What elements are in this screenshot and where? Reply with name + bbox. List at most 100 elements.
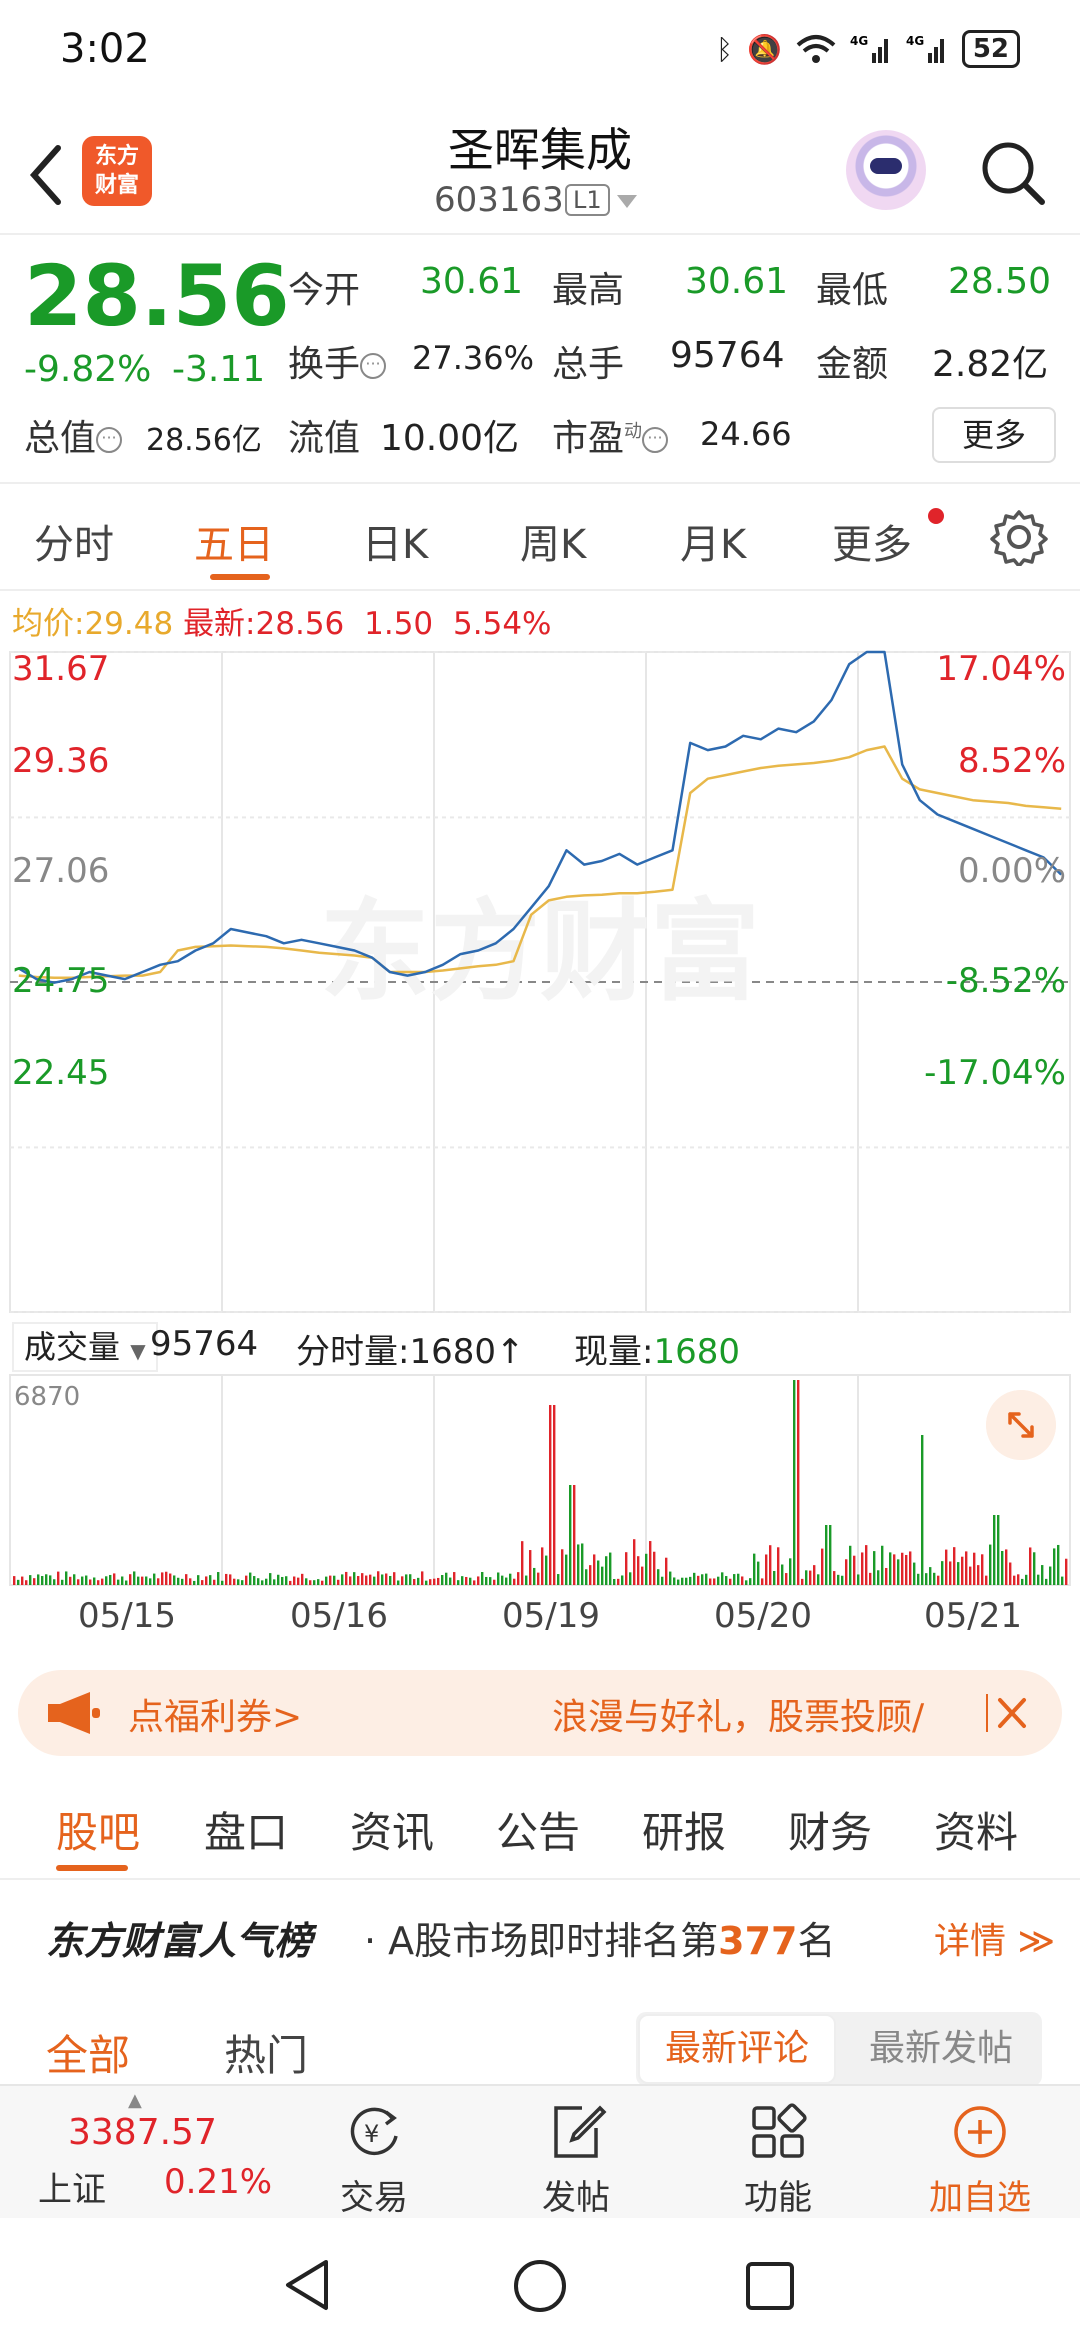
five-day-price-chart[interactable]: 东方财富31.6729.3627.0624.7522.4517.04%8.52%… xyxy=(0,650,1080,1650)
tab-profile[interactable]: 资料 xyxy=(934,1799,1018,1860)
volume-bar xyxy=(757,1561,760,1585)
turnover-label: 换手 ··· xyxy=(288,335,387,387)
promo-banner[interactable]: 点福利券> 浪漫与好礼，股票投顾/ xyxy=(18,1670,1062,1756)
volume-bar xyxy=(865,1545,868,1585)
info-icon[interactable]: ··· xyxy=(360,353,387,379)
volume-bar xyxy=(545,1555,548,1585)
volume-selector[interactable]: 成交量 ▼ xyxy=(12,1322,158,1372)
more-button[interactable]: 更多 xyxy=(932,407,1056,463)
tab-orderbook[interactable]: 盘口 xyxy=(204,1799,288,1860)
tab-announcements[interactable]: 公告 xyxy=(496,1799,580,1860)
nav-functions[interactable]: 功能 xyxy=(718,2100,838,2219)
tab-five-day[interactable]: 五日 xyxy=(194,512,274,570)
nav-recents-icon[interactable] xyxy=(744,2260,796,2312)
volume-bar xyxy=(109,1574,112,1585)
tab-weekly-k[interactable]: 周K xyxy=(520,512,586,570)
volume-bar xyxy=(693,1572,696,1585)
volume-bar xyxy=(285,1576,288,1585)
close-icon[interactable] xyxy=(984,1688,1034,1738)
level-badge[interactable]: L1 xyxy=(565,184,610,216)
volume-bar xyxy=(301,1573,304,1585)
assistant-robot-icon[interactable] xyxy=(846,130,926,210)
volume-bar xyxy=(961,1556,964,1585)
volume-header: 成交量 ▼ 95764 分时量:1680↑ 现量:1680 xyxy=(0,1318,1080,1378)
tab-research[interactable]: 研报 xyxy=(642,1799,726,1860)
volume-bar xyxy=(813,1565,816,1585)
pe-label: 市盈动 ··· xyxy=(552,409,669,461)
tab-intraday[interactable]: 分时 xyxy=(34,512,114,570)
tab-daily-k[interactable]: 日K xyxy=(362,512,428,570)
volume-bar xyxy=(725,1576,728,1585)
nav-post[interactable]: 发帖 xyxy=(516,2100,636,2219)
volume-bar xyxy=(657,1569,660,1585)
pe-value: 24.66 xyxy=(700,415,792,453)
volume-bar xyxy=(1017,1574,1020,1585)
sort-latest-comment[interactable]: 最新评论 xyxy=(638,2014,836,2084)
date-label: 05/21 xyxy=(924,1596,1022,1636)
volume-bar xyxy=(641,1566,644,1585)
pct-axis-label: 8.52% xyxy=(958,741,1066,781)
expand-icon[interactable] xyxy=(986,1390,1056,1460)
volume-bar xyxy=(101,1578,104,1585)
volume-bar xyxy=(409,1574,412,1585)
pct-axis-label: 17.04% xyxy=(936,650,1066,689)
filter-all[interactable]: 全部 xyxy=(46,2022,130,2083)
volume-bar xyxy=(905,1554,908,1585)
volume-bar xyxy=(417,1577,420,1585)
volume-bar xyxy=(941,1561,944,1585)
volume-bar xyxy=(13,1576,16,1585)
popularity-rank[interactable]: 东方财富人气榜 · A股市场即时排名第377名 详情 ≫ xyxy=(0,1900,1080,1970)
volume-bar xyxy=(681,1577,684,1585)
chart-period-tabs: 分时 五日 日K 周K 月K 更多 xyxy=(0,486,1080,591)
chevron-down-icon[interactable] xyxy=(617,195,637,208)
volume-bar xyxy=(37,1574,40,1585)
tab-monthly-k[interactable]: 月K xyxy=(680,512,746,570)
volume-bar xyxy=(781,1564,784,1585)
volume-bar xyxy=(369,1574,372,1585)
tab-news[interactable]: 资讯 xyxy=(350,1799,434,1860)
float-label: 流值 xyxy=(288,418,361,459)
volume-bar xyxy=(185,1574,188,1585)
volume-bar xyxy=(1057,1544,1060,1585)
volume-bar xyxy=(685,1577,688,1585)
info-icon[interactable]: ··· xyxy=(642,427,669,453)
nav-back-icon[interactable] xyxy=(282,2258,332,2312)
volume-bar xyxy=(873,1551,876,1585)
volume-bar xyxy=(357,1576,360,1585)
sort-latest-post[interactable]: 最新发帖 xyxy=(846,2014,1036,2084)
volume-bar xyxy=(161,1572,164,1585)
gear-icon[interactable] xyxy=(990,508,1048,566)
high-value: 30.61 xyxy=(685,261,789,302)
status-bar: 3:02 ᛒ 🔕 4G 4G 52 xyxy=(0,0,1080,100)
volume-bar xyxy=(897,1559,900,1585)
tab-more[interactable]: 更多 xyxy=(832,512,912,570)
volume-bar xyxy=(825,1525,828,1585)
volume-bar xyxy=(97,1580,100,1585)
nav-add-watchlist[interactable]: 加自选 xyxy=(920,2100,1040,2219)
amount-label: 金额 xyxy=(816,344,889,385)
volume-bar xyxy=(741,1576,744,1585)
high-label: 最高 xyxy=(552,270,625,311)
volume-bar xyxy=(1049,1566,1052,1585)
info-icon[interactable]: ··· xyxy=(96,427,123,453)
tab-forum[interactable]: 股吧 xyxy=(56,1799,140,1860)
nav-trade[interactable]: ¥ 交易 xyxy=(314,2100,434,2219)
filter-hot[interactable]: 热门 xyxy=(224,2022,308,2083)
volume-bar xyxy=(529,1550,532,1585)
volume-total: 95764 xyxy=(150,1324,259,1364)
rank-detail-link[interactable]: 详情 ≫ xyxy=(934,1912,1055,1964)
volume-axis-max: 6870 xyxy=(14,1382,80,1412)
volume-bar xyxy=(1065,1558,1068,1585)
price-axis-label: 31.67 xyxy=(12,650,109,689)
volume-bar xyxy=(193,1580,196,1585)
stock-code[interactable]: 603163 xyxy=(434,180,564,220)
tab-finance[interactable]: 财务 xyxy=(788,1799,872,1860)
price-axis-label: 29.36 xyxy=(12,741,109,781)
volume-bar xyxy=(501,1575,504,1585)
volume-bar xyxy=(933,1572,936,1585)
volume-bar xyxy=(377,1571,380,1585)
volume-bar xyxy=(349,1576,352,1585)
search-icon[interactable] xyxy=(978,138,1048,208)
nav-home-icon[interactable] xyxy=(512,2258,568,2314)
signal-icon-2: 4G xyxy=(906,34,944,63)
